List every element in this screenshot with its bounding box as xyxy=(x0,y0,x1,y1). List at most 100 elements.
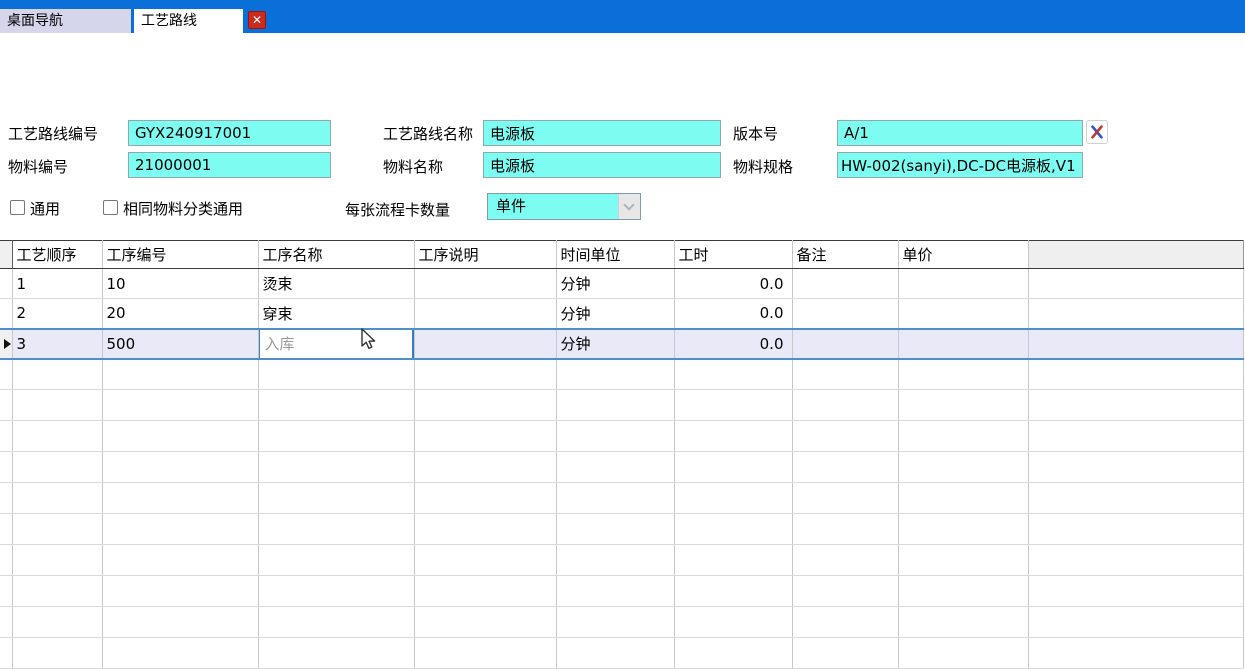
cell-tail[interactable] xyxy=(1028,299,1243,329)
cell-empty[interactable] xyxy=(12,483,102,514)
cell-hours[interactable]: 0.0 xyxy=(674,299,792,329)
cell-empty[interactable] xyxy=(674,576,792,607)
cell-seq[interactable]: 1 xyxy=(12,269,102,299)
cell-empty[interactable] xyxy=(414,576,556,607)
tab-desktop-navigation[interactable]: 桌面导航 xyxy=(0,9,131,33)
cell-seq[interactable]: 3 xyxy=(12,329,102,359)
cell-empty[interactable] xyxy=(258,638,414,669)
cell-empty[interactable] xyxy=(12,638,102,669)
cell-op-desc[interactable] xyxy=(414,269,556,299)
cell-op-name[interactable]: 烫束 xyxy=(258,269,414,299)
cell-empty[interactable] xyxy=(414,545,556,576)
cell-empty[interactable] xyxy=(414,638,556,669)
cell-hours[interactable]: 0.0 xyxy=(674,329,792,359)
clear-x-icon[interactable] xyxy=(1086,120,1108,144)
cell-empty[interactable] xyxy=(674,390,792,421)
cell-empty[interactable] xyxy=(1028,545,1243,576)
cell-empty[interactable] xyxy=(792,452,898,483)
route-no-input[interactable] xyxy=(128,120,331,146)
cell-empty[interactable] xyxy=(674,607,792,638)
cell-time-unit[interactable]: 分钟 xyxy=(556,329,674,359)
cell-empty[interactable] xyxy=(898,576,1028,607)
cell-op-desc[interactable] xyxy=(414,299,556,329)
cell-empty[interactable] xyxy=(258,483,414,514)
cell-empty[interactable] xyxy=(258,421,414,452)
cell-empty[interactable] xyxy=(414,421,556,452)
cell-empty[interactable] xyxy=(556,421,674,452)
cell-empty[interactable] xyxy=(556,545,674,576)
cell-empty[interactable] xyxy=(1028,452,1243,483)
cell-empty[interactable] xyxy=(556,452,674,483)
cell-empty[interactable] xyxy=(1028,390,1243,421)
cell-note[interactable] xyxy=(792,329,898,359)
cell-empty[interactable] xyxy=(674,452,792,483)
col-header-op-name[interactable]: 工序名称 xyxy=(258,241,414,269)
cell-empty[interactable] xyxy=(258,576,414,607)
cell-empty[interactable] xyxy=(12,514,102,545)
same-category-checkbox[interactable] xyxy=(103,200,118,215)
cell-empty[interactable] xyxy=(258,514,414,545)
col-header-op-desc[interactable]: 工序说明 xyxy=(414,241,556,269)
col-header-note[interactable]: 备注 xyxy=(792,241,898,269)
cell-empty[interactable] xyxy=(556,483,674,514)
cell-empty[interactable] xyxy=(898,483,1028,514)
general-checkbox[interactable] xyxy=(10,200,25,215)
col-header-time-unit[interactable]: 时间单位 xyxy=(556,241,674,269)
cell-empty[interactable] xyxy=(898,607,1028,638)
cell-empty[interactable] xyxy=(898,452,1028,483)
cell-empty[interactable] xyxy=(12,607,102,638)
col-header-hours[interactable]: 工时 xyxy=(674,241,792,269)
cell-empty[interactable] xyxy=(102,483,258,514)
cell-time-unit[interactable]: 分钟 xyxy=(556,299,674,329)
cell-empty[interactable] xyxy=(258,545,414,576)
cell-empty[interactable] xyxy=(414,390,556,421)
cell-empty[interactable] xyxy=(102,545,258,576)
col-header-op-code[interactable]: 工序编号 xyxy=(102,241,258,269)
route-name-input[interactable] xyxy=(483,120,721,146)
cell-empty[interactable] xyxy=(1028,638,1243,669)
op-name-edit-input[interactable]: 入库 xyxy=(258,329,414,359)
cell-op-name-editing[interactable]: 入库 xyxy=(258,329,414,359)
cell-op-name[interactable]: 穿束 xyxy=(258,299,414,329)
cell-empty[interactable] xyxy=(792,545,898,576)
cell-empty[interactable] xyxy=(102,359,258,390)
tab-process-route[interactable]: 工艺路线 xyxy=(134,9,243,33)
cell-empty[interactable] xyxy=(258,390,414,421)
cell-empty[interactable] xyxy=(792,390,898,421)
cell-op-desc[interactable] xyxy=(414,329,556,359)
cell-op-code[interactable]: 20 xyxy=(102,299,258,329)
cell-price[interactable] xyxy=(898,329,1028,359)
material-no-input[interactable] xyxy=(128,152,331,178)
cell-empty[interactable] xyxy=(102,576,258,607)
card-qty-dropdown[interactable]: 单件 xyxy=(487,193,641,220)
cell-empty[interactable] xyxy=(674,638,792,669)
cell-empty[interactable] xyxy=(556,514,674,545)
cell-empty[interactable] xyxy=(1028,421,1243,452)
cell-price[interactable] xyxy=(898,269,1028,299)
cell-hours[interactable]: 0.0 xyxy=(674,269,792,299)
cell-empty[interactable] xyxy=(12,390,102,421)
cell-empty[interactable] xyxy=(102,390,258,421)
cell-empty[interactable] xyxy=(1028,514,1243,545)
cell-note[interactable] xyxy=(792,269,898,299)
cell-empty[interactable] xyxy=(792,576,898,607)
cell-empty[interactable] xyxy=(556,607,674,638)
material-name-input[interactable] xyxy=(483,152,721,178)
cell-op-code[interactable]: 10 xyxy=(102,269,258,299)
cell-price[interactable] xyxy=(898,299,1028,329)
cell-empty[interactable] xyxy=(414,483,556,514)
cell-empty[interactable] xyxy=(792,421,898,452)
cell-empty[interactable] xyxy=(414,514,556,545)
cell-empty[interactable] xyxy=(102,514,258,545)
cell-empty[interactable] xyxy=(556,359,674,390)
cell-empty[interactable] xyxy=(556,390,674,421)
cell-tail[interactable] xyxy=(1028,269,1243,299)
cell-empty[interactable] xyxy=(414,359,556,390)
cell-op-code[interactable]: 500 xyxy=(102,329,258,359)
cell-time-unit[interactable]: 分钟 xyxy=(556,269,674,299)
cell-empty[interactable] xyxy=(898,638,1028,669)
cell-empty[interactable] xyxy=(898,514,1028,545)
cell-empty[interactable] xyxy=(792,483,898,514)
cell-empty[interactable] xyxy=(674,483,792,514)
cell-seq[interactable]: 2 xyxy=(12,299,102,329)
